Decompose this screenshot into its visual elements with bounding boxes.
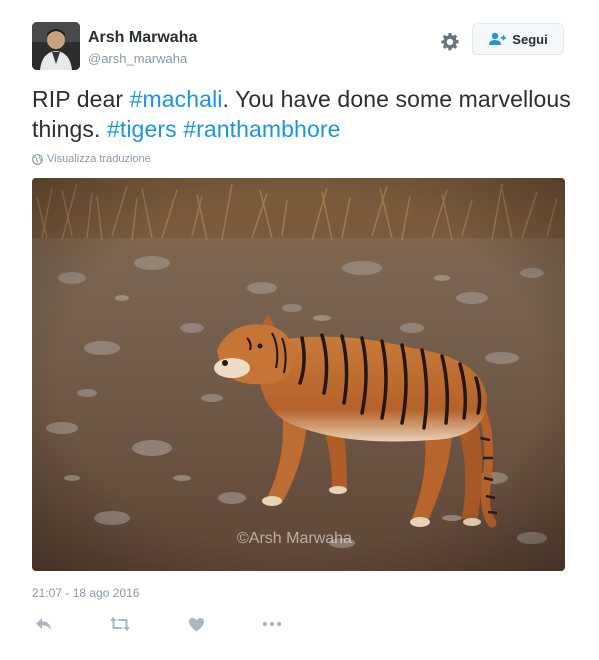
hashtag-tigers[interactable]: #tigers bbox=[107, 116, 177, 142]
tweet-photo[interactable]: ©Arsh Marwaha bbox=[32, 178, 565, 571]
globe-icon bbox=[32, 153, 43, 165]
reply-icon[interactable] bbox=[32, 612, 56, 636]
follow-button[interactable]: Segui bbox=[472, 23, 564, 55]
person-add-icon bbox=[488, 32, 507, 46]
gear-icon[interactable] bbox=[440, 32, 460, 52]
author-name[interactable]: Arsh Marwaha bbox=[88, 29, 197, 47]
more-icon[interactable] bbox=[260, 612, 284, 636]
hashtag-ranthambhore[interactable]: #ranthambhore bbox=[183, 116, 340, 142]
tiger-photo bbox=[32, 178, 565, 571]
tweet-timestamp[interactable]: 21:07 - 18 ago 2016 bbox=[32, 586, 139, 600]
photo-watermark: ©Arsh Marwaha bbox=[237, 530, 352, 547]
translate-link[interactable]: Visualizza traduzione bbox=[32, 153, 151, 165]
avatar[interactable] bbox=[32, 22, 80, 70]
tweet-text: RIP dear #machali. You have done some ma… bbox=[32, 84, 572, 144]
translate-label: Visualizza traduzione bbox=[47, 153, 151, 165]
like-icon[interactable] bbox=[184, 612, 208, 636]
retweet-icon[interactable] bbox=[108, 612, 132, 636]
avatar-photo bbox=[32, 22, 80, 70]
follow-label: Segui bbox=[512, 31, 548, 47]
hashtag-machali[interactable]: #machali bbox=[130, 86, 223, 112]
tweet-text-part: RIP dear bbox=[32, 86, 130, 112]
author-handle[interactable]: @arsh_marwaha bbox=[88, 51, 187, 66]
